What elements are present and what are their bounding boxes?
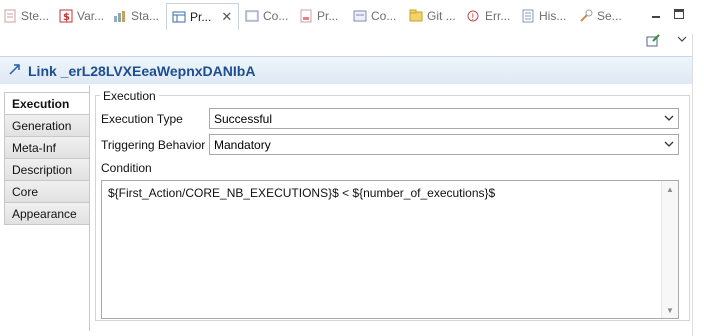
console-icon [244,8,260,24]
git-icon [408,8,424,24]
tab-search[interactable]: Se... [578,4,622,28]
properties-icon [171,9,187,25]
chevron-down-icon [664,137,674,154]
chevron-down-icon [664,111,674,128]
pin-editor-icon[interactable] [645,33,661,49]
section-tab-execution[interactable]: Execution [4,92,90,115]
triggering-behavior-select[interactable]: Mandatory [209,134,679,155]
tab-variables[interactable]: $ Var... [58,4,104,28]
search-icon [578,8,594,24]
tab-statistics[interactable]: Sta... [112,4,159,28]
tab-steps[interactable]: Ste... [2,4,49,28]
tab-progress[interactable]: Pr... [298,4,338,28]
tab-git[interactable]: Git ... [408,4,456,28]
group-title: Execution [100,89,159,103]
view-tab-bar: Ste... $ Var... Sta... Pr... ✕ Co... Pr.… [0,0,704,47]
triggering-behavior-value: Mandatory [214,137,271,152]
section-tab-appearance[interactable]: Appearance [4,203,90,225]
progress-icon [298,8,314,24]
scroll-down-icon[interactable]: ▼ [662,302,678,318]
page-title: Link _erL28LVXEeaWepnxDANIbA [28,62,256,79]
condition-scrollbar[interactable]: ▲ ▼ [661,181,678,318]
variables-icon: $ [58,8,74,24]
condition-label: Condition [101,161,152,175]
statistics-icon [112,8,128,24]
view-menu-chevron-down-icon[interactable] [674,31,690,47]
window-edge [692,34,704,336]
section-tab-generation[interactable]: Generation [4,115,90,137]
link-icon [8,62,22,79]
minimize-icon[interactable] [648,6,664,22]
execution-type-value: Successful [214,111,273,126]
scroll-up-icon[interactable]: ▲ [662,181,678,197]
condition-value: ${First_Action/CORE_NB_EXECUTIONS}$ < ${… [108,186,496,200]
properties-header: Link _erL28LVXEeaWepnxDANIbA [0,56,692,84]
svg-text:$: $ [63,12,70,23]
section-tab-description[interactable]: Description [4,159,90,181]
triggering-behavior-label: Triggering Behavior [101,138,206,152]
svg-text:!: ! [471,13,475,23]
execution-type-select[interactable]: Successful [209,108,679,129]
tab-history[interactable]: His... [520,4,566,28]
tab-coverage[interactable]: Co... [352,4,396,28]
close-icon[interactable]: ✕ [221,9,232,25]
section-tab-core[interactable]: Core [4,181,90,203]
maximize-icon[interactable] [671,6,687,22]
tab-error-log[interactable]: ! Err... [466,4,510,28]
coverage-icon [352,8,368,24]
section-tab-meta-inf[interactable]: Meta-Inf [4,137,90,159]
section-tabs: Execution Generation Meta-Inf Descriptio… [4,92,90,225]
condition-textarea[interactable]: ${First_Action/CORE_NB_EXECUTIONS}$ < ${… [101,180,679,319]
tab-console[interactable]: Co... [244,4,288,28]
execution-type-label: Execution Type [101,112,183,126]
history-icon [520,8,536,24]
tab-properties[interactable]: Pr... ✕ [166,3,240,30]
steps-icon [2,8,18,24]
error-log-icon: ! [466,8,482,24]
